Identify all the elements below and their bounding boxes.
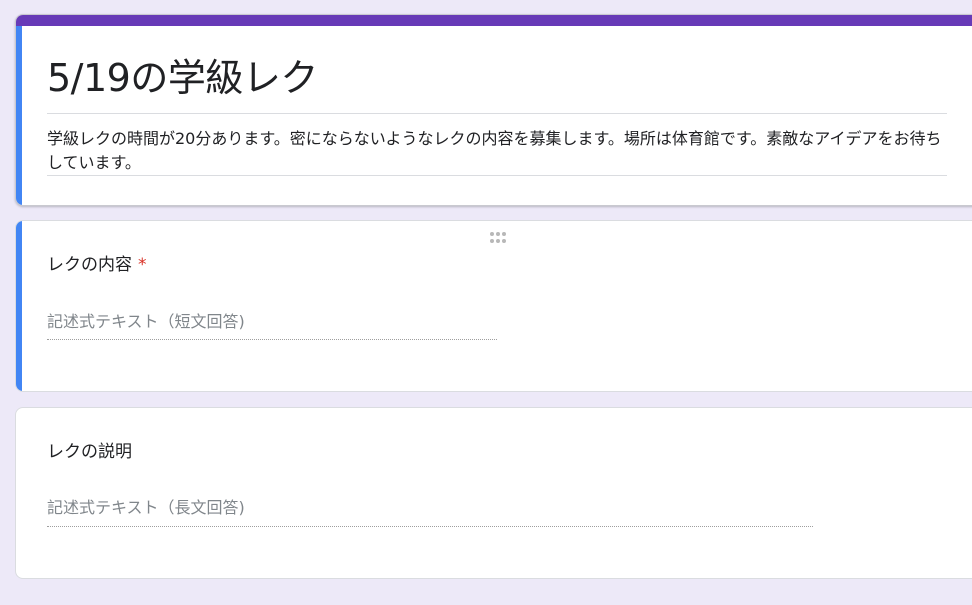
- form-title-underline: [47, 113, 947, 114]
- active-card-indicator: [16, 221, 22, 391]
- long-answer-line: [47, 526, 813, 527]
- short-answer-line: [47, 339, 497, 340]
- form-description-underline: [47, 175, 947, 176]
- drag-handle-icon[interactable]: [486, 231, 510, 243]
- question-card-2[interactable]: レクの説明 記述式テキスト（長文回答): [15, 407, 972, 579]
- long-answer-placeholder: 記述式テキスト（長文回答): [47, 498, 245, 517]
- question-title-text: レクの説明: [47, 442, 132, 462]
- form-header-card[interactable]: 5/19の学級レク 学級レクの時間が20分あります。密にならないようなレクの内容…: [15, 14, 972, 206]
- form-title[interactable]: 5/19の学級レク: [47, 53, 318, 103]
- required-asterisk: *: [138, 255, 147, 275]
- question-card-1[interactable]: レクの内容 * 記述式テキスト（短文回答): [15, 220, 972, 392]
- question-title[interactable]: レクの内容 *: [47, 253, 147, 277]
- question-title[interactable]: レクの説明: [47, 440, 132, 464]
- question-title-text: レクの内容: [47, 255, 132, 275]
- theme-color-bar: [16, 15, 972, 26]
- short-answer-placeholder: 記述式テキスト（短文回答): [47, 312, 245, 331]
- active-card-indicator: [16, 26, 22, 205]
- form-description[interactable]: 学級レクの時間が20分あります。密にならないようなレクの内容を募集します。場所は…: [47, 127, 952, 175]
